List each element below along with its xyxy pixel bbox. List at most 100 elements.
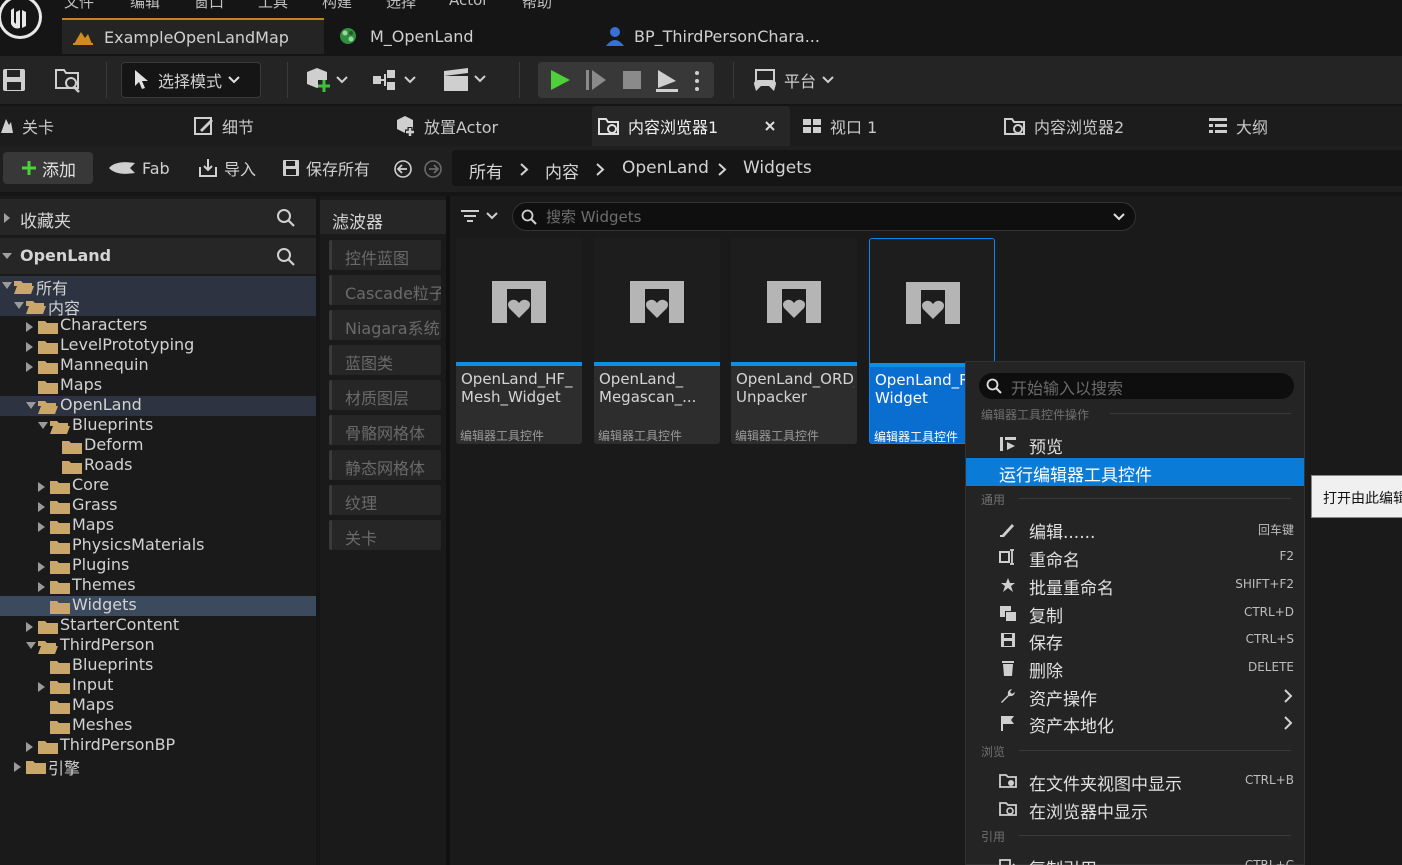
tab-example-open-land-map[interactable]: ExampleOpenLandMap bbox=[62, 18, 324, 54]
menu-select[interactable]: 选择 bbox=[386, 0, 416, 10]
breadcrumb-openland[interactable]: OpenLand bbox=[622, 158, 709, 178]
expand-arrow-icon[interactable] bbox=[37, 561, 47, 573]
menu-window[interactable]: 窗口 bbox=[194, 0, 224, 10]
chevron-right-icon[interactable] bbox=[718, 163, 727, 176]
asset-tile[interactable]: OpenLand_ Megascan_... 编辑器工具控件 bbox=[594, 238, 720, 444]
tab-m-open-land[interactable]: M_OpenLand bbox=[328, 18, 590, 54]
blueprint-menu-icon[interactable] bbox=[372, 68, 420, 92]
breadcrumb-content[interactable]: 内容 bbox=[545, 158, 579, 183]
menu-item[interactable]: 复制 CTRL+D bbox=[966, 599, 1304, 627]
tree-item-内容[interactable]: 内容 bbox=[0, 296, 316, 318]
filter-texture[interactable]: 纹理 bbox=[329, 485, 441, 515]
breadcrumb-widgets[interactable]: Widgets bbox=[743, 158, 812, 178]
expand-arrow-icon[interactable] bbox=[25, 341, 35, 353]
collapse-arrow-icon[interactable] bbox=[37, 421, 49, 431]
chevron-down-icon[interactable] bbox=[1113, 213, 1125, 221]
tree-item-thirdpersonbp[interactable]: ThirdPersonBP bbox=[0, 735, 316, 756]
tree-item-openland[interactable]: OpenLand bbox=[0, 395, 316, 416]
tab-outliner[interactable]: 大纲 bbox=[1208, 106, 1398, 146]
tab-bp-third-person[interactable]: BP_ThirdPersonChara... bbox=[594, 18, 856, 54]
menu-item[interactable]: 复制引用 CTRL+C bbox=[966, 852, 1304, 865]
asset-tile[interactable]: OpenLand_ORD_ Unpacker 编辑器工具控件 bbox=[731, 238, 857, 444]
menu-file[interactable]: 文件 bbox=[64, 0, 94, 10]
menu-item[interactable]: 批量重命名 SHIFT+F2 bbox=[966, 571, 1304, 599]
more-options-icon[interactable] bbox=[694, 70, 700, 92]
add-button[interactable]: 添加 bbox=[3, 152, 93, 184]
expand-arrow-icon[interactable] bbox=[37, 581, 47, 593]
eject-icon[interactable] bbox=[654, 68, 680, 92]
tree-item-所有[interactable]: 所有 bbox=[0, 276, 316, 298]
chevron-right-icon[interactable] bbox=[596, 163, 605, 176]
expand-arrow-icon[interactable] bbox=[25, 741, 35, 753]
tree-item-plugins[interactable]: Plugins bbox=[0, 555, 316, 576]
tree-item-引擎[interactable]: 引擎 bbox=[0, 756, 316, 778]
tab-viewport-1[interactable]: 视口 1 bbox=[802, 106, 992, 146]
search-icon[interactable] bbox=[276, 208, 296, 228]
menu-item[interactable]: 资产操作 bbox=[966, 682, 1304, 710]
tree-item-roads[interactable]: Roads bbox=[0, 455, 316, 476]
tree-item-maps[interactable]: Maps bbox=[0, 515, 316, 536]
tree-item-thirdperson[interactable]: ThirdPerson bbox=[0, 635, 316, 656]
menu-build[interactable]: 构建 bbox=[322, 0, 352, 10]
menu-item[interactable]: 预览 bbox=[966, 430, 1304, 458]
expand-arrow-icon[interactable] bbox=[25, 321, 35, 333]
cinematics-icon[interactable] bbox=[442, 67, 490, 93]
import-button[interactable]: 导入 bbox=[198, 152, 256, 184]
collapse-arrow-icon[interactable] bbox=[13, 301, 25, 311]
tree-item-maps[interactable]: Maps bbox=[0, 375, 316, 396]
tree-item-physicsmaterials[interactable]: PhysicsMaterials bbox=[0, 535, 316, 556]
filter-menu-icon[interactable] bbox=[461, 208, 501, 224]
tree-item-blueprints[interactable]: Blueprints bbox=[0, 415, 316, 436]
menu-item[interactable]: 在文件夹视图中显示 CTRL+B bbox=[966, 767, 1304, 795]
stop-icon[interactable] bbox=[622, 70, 642, 90]
tree-item-meshes[interactable]: Meshes bbox=[0, 715, 316, 736]
menu-tools[interactable]: 工具 bbox=[258, 0, 288, 10]
filter-blueprint-class[interactable]: 蓝图类 bbox=[329, 345, 441, 375]
tree-item-blueprints[interactable]: Blueprints bbox=[0, 655, 316, 676]
tree-item-input[interactable]: Input bbox=[0, 675, 316, 696]
tab-levels[interactable]: 关卡 bbox=[0, 106, 180, 146]
menu-item[interactable]: 重命名 F2 bbox=[966, 543, 1304, 571]
tree-item-themes[interactable]: Themes bbox=[0, 575, 316, 596]
breadcrumb-all[interactable]: 所有 bbox=[469, 158, 503, 183]
filter-niagara-system[interactable]: Niagara系统 bbox=[329, 310, 441, 340]
expand-arrow-icon[interactable] bbox=[25, 361, 35, 373]
expand-arrow-icon[interactable] bbox=[25, 621, 35, 633]
unreal-logo-icon[interactable] bbox=[0, 0, 46, 46]
asset-tile[interactable]: OpenLand_HF_ Mesh_Widget 编辑器工具控件 bbox=[456, 238, 582, 444]
asset-search-input[interactable]: 搜索 Widgets bbox=[512, 202, 1136, 231]
tab-place-actors[interactable]: 放置Actor bbox=[396, 106, 586, 146]
menu-item[interactable]: 删除 DELETE bbox=[966, 654, 1304, 682]
favorites-header[interactable]: 收藏夹 bbox=[0, 199, 316, 235]
tree-item-core[interactable]: Core bbox=[0, 475, 316, 496]
forward-arrow-icon[interactable] bbox=[424, 160, 442, 178]
context-menu-search-input[interactable]: 开始输入以搜索 bbox=[979, 373, 1294, 399]
tree-item-mannequin[interactable]: Mannequin bbox=[0, 355, 316, 376]
search-icon[interactable] bbox=[276, 247, 296, 267]
openland-root-header[interactable]: OpenLand bbox=[0, 238, 316, 274]
tree-item-maps[interactable]: Maps bbox=[0, 695, 316, 716]
expand-arrow-icon[interactable] bbox=[37, 521, 47, 533]
tree-item-startercontent[interactable]: StarterContent bbox=[0, 615, 316, 636]
filter-skeletal-mesh[interactable]: 骨骼网格体 bbox=[329, 415, 441, 445]
tab-details[interactable]: 细节 bbox=[194, 106, 384, 146]
tree-item-grass[interactable]: Grass bbox=[0, 495, 316, 516]
tree-item-deform[interactable]: Deform bbox=[0, 435, 316, 456]
collapse-arrow-icon[interactable] bbox=[25, 641, 37, 651]
save-all-button[interactable]: 保存所有 bbox=[282, 152, 370, 184]
back-arrow-icon[interactable] bbox=[394, 160, 412, 178]
menu-edit[interactable]: 编辑 bbox=[130, 0, 160, 10]
menu-actor[interactable]: Actor bbox=[449, 0, 488, 9]
menu-help[interactable]: 帮助 bbox=[522, 0, 552, 10]
tree-item-characters[interactable]: Characters bbox=[0, 315, 316, 336]
menu-item[interactable]: 保存 CTRL+S bbox=[966, 626, 1304, 654]
expand-arrow-icon[interactable] bbox=[37, 481, 47, 493]
filter-cascade-particle[interactable]: Cascade粒子 bbox=[329, 275, 441, 305]
menu-item[interactable]: 资产本地化 bbox=[966, 709, 1304, 737]
expand-arrow-icon[interactable] bbox=[13, 761, 23, 773]
filter-widget-blueprint[interactable]: 控件蓝图 bbox=[329, 240, 441, 270]
close-icon[interactable] bbox=[764, 120, 776, 132]
content-browser-icon[interactable] bbox=[54, 66, 82, 94]
tab-content-browser-2[interactable]: 内容浏览器2 bbox=[1004, 106, 1194, 146]
chevron-right-icon[interactable] bbox=[520, 163, 529, 176]
